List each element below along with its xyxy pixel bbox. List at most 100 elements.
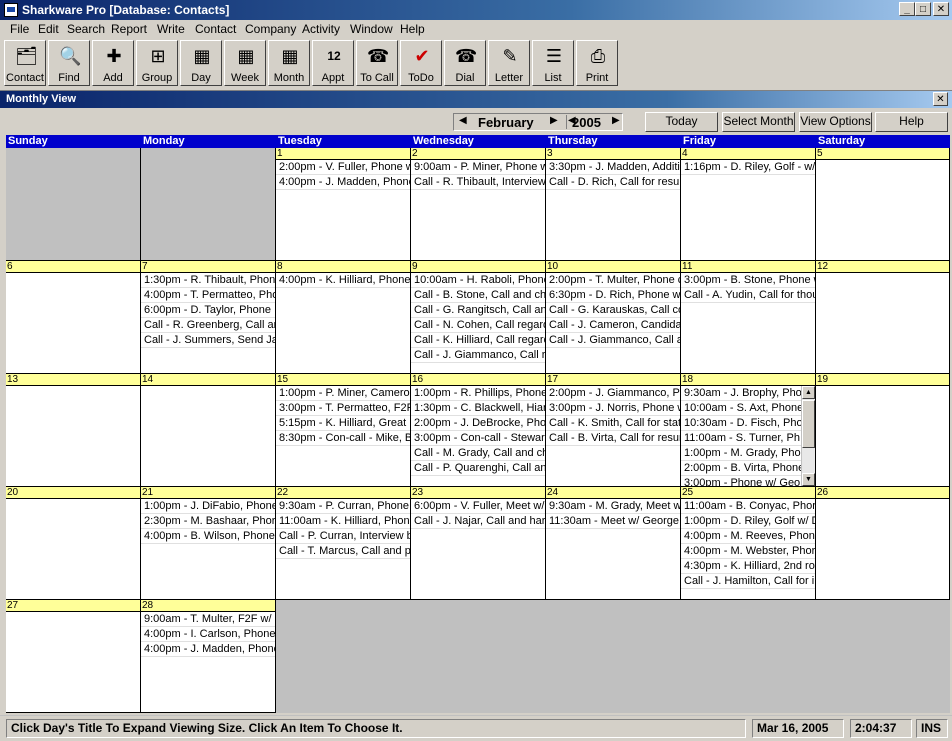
calendar-item[interactable]: 4:30pm - K. Hilliard, 2nd rou [681, 559, 815, 574]
scroll-up-arrow-icon[interactable]: ▲ [802, 386, 815, 399]
menu-window[interactable]: Window [350, 22, 393, 36]
day-number[interactable]: 1 [276, 148, 410, 160]
dial-button[interactable]: ☎ Dial [444, 40, 486, 86]
day-cell-19[interactable]: 19 [816, 374, 950, 487]
day-number[interactable]: 23 [411, 487, 545, 499]
calendar-item[interactable]: 1:00pm - P. Miner, Cameron [276, 386, 410, 401]
calendar-item[interactable]: 3:00pm - J. Norris, Phone w [546, 401, 680, 416]
day-number[interactable]: 12 [816, 261, 949, 273]
calendar-item[interactable]: Call - K. Smith, Call for statu [546, 416, 680, 431]
day-number[interactable]: 28 [141, 600, 275, 612]
day-cell-25[interactable]: 25 11:00am - B. Conyac, Phor 1:00pm - D. R… [681, 487, 816, 600]
calendar-item[interactable]: 5:15pm - K. Hilliard, Great F [276, 416, 410, 431]
calendar-item[interactable]: 3:30pm - J. Madden, Additi [546, 160, 680, 175]
calendar-item[interactable]: Call - J. Giammanco, Call an [546, 333, 680, 348]
calendar-item[interactable]: 1:30pm - R. Thibault, Phon [141, 273, 275, 288]
day-number[interactable]: 25 [681, 487, 815, 499]
window-title-bar[interactable]: Sharkware Pro [Database: Contacts] _ □ ✕ [0, 0, 952, 20]
day-number[interactable]: 20 [6, 487, 140, 499]
calendar-item[interactable]: 9:30am - M. Grady, Meet w [546, 499, 680, 514]
day-number[interactable]: 2 [411, 148, 545, 160]
day-number[interactable]: 11 [681, 261, 815, 273]
menu-file[interactable]: File [10, 22, 29, 36]
day-cell-22[interactable]: 22 9:30am - P. Curran, Phone 11:00am - K. … [276, 487, 411, 600]
day-cell-23[interactable]: 23 6:00pm - V. Fuller, Meet w/Call - J. N… [411, 487, 546, 600]
app-icon[interactable] [4, 3, 18, 17]
day-number[interactable]: 21 [141, 487, 275, 499]
calendar-item[interactable]: Call - G. Karauskas, Call cor [546, 303, 680, 318]
next-month-arrow-icon[interactable]: ▶ [550, 115, 558, 126]
minimize-button[interactable]: _ [899, 2, 915, 16]
calendar-item[interactable]: 11:00am - K. Hilliard, Phone [276, 514, 410, 529]
appt-button[interactable]: 12 Appt [312, 40, 354, 86]
day-cell-3[interactable]: 3 3:30pm - J. Madden, Additi Call - D. Ric… [546, 148, 681, 261]
day-cell-11[interactable]: 11 3:00pm - B. Stone, Phone w Call - A. Yu… [681, 261, 816, 374]
day-cell-8[interactable]: 8 4:00pm - K. Hilliard, Phone [276, 261, 411, 374]
calendar-item[interactable]: Call - J. Hamilton, Call for int [681, 574, 815, 589]
menu-contact[interactable]: Contact [195, 22, 236, 36]
calendar-item[interactable]: 1:00pm - D. Riley, Golf w/ D [681, 514, 815, 529]
calendar-item[interactable]: Call - M. Grady, Call and che [411, 446, 545, 461]
calendar-item[interactable]: 4:00pm - B. Wilson, Phone [141, 529, 275, 544]
day-cell-15[interactable]: 15 1:00pm - P. Miner, Cameron 3:00pm - T. … [276, 374, 411, 487]
calendar-item[interactable]: 9:30am - P. Curran, Phone [276, 499, 410, 514]
calendar-item[interactable]: 2:00pm - J. DeBrocke, Pho [411, 416, 545, 431]
calendar-item[interactable]: 6:30pm - D. Rich, Phone w [546, 288, 680, 303]
calendar-item[interactable]: Call - K. Hilliard, Call regardir [411, 333, 545, 348]
day-cell-16[interactable]: 16 1:00pm - R. Phillips, Phone 1:30pm - C.… [411, 374, 546, 487]
day-cell-12[interactable]: 12 [816, 261, 950, 374]
day-button[interactable]: ▦ Day [180, 40, 222, 86]
menu-activity[interactable]: Activity [302, 22, 340, 36]
next-year-arrow-icon[interactable]: ▶ [612, 115, 620, 126]
calendar-item[interactable]: Call - P. Quarenghi, Call anc [411, 461, 545, 476]
list-button[interactable]: ☰ List [532, 40, 574, 86]
day-cell-21[interactable]: 21 1:00pm - J. DiFabio, Phone 2:30pm - M. … [141, 487, 276, 600]
day-cell-10[interactable]: 10 2:00pm - T. Multer, Phone c 6:30pm - D.… [546, 261, 681, 374]
calendar-item[interactable]: 11:00am - S. Turner, Ph [681, 431, 801, 446]
menu-edit[interactable]: Edit [38, 22, 59, 36]
calendar-item[interactable]: Call - A. Yudin, Call for thoug [681, 288, 815, 303]
calendar-item[interactable]: 10:00am - H. Raboli, Phone [411, 273, 545, 288]
calendar-item[interactable]: Call - T. Marcus, Call and pil [276, 544, 410, 559]
calendar-item[interactable]: 4:00pm - K. Hilliard, Phone [276, 273, 410, 288]
calendar-item[interactable]: Call - J. Summers, Send Jan [141, 333, 275, 348]
day-cell-4[interactable]: 4 1:16pm - D. Riley, Golf - w/ [681, 148, 816, 261]
day-cell-27[interactable]: 27 [6, 600, 141, 713]
select-month-button[interactable]: Select Month [722, 112, 795, 132]
day-number[interactable]: 17 [546, 374, 680, 386]
menu-write[interactable]: Write [157, 22, 185, 36]
day-number[interactable]: 5 [816, 148, 949, 160]
day-number[interactable]: 19 [816, 374, 949, 386]
calendar-item[interactable]: 2:30pm - M. Bashaar, Phor [141, 514, 275, 529]
calendar-item[interactable]: 6:00pm - D. Taylor, Phone [141, 303, 275, 318]
day-number[interactable]: 9 [411, 261, 545, 273]
day-number[interactable]: 3 [546, 148, 680, 160]
view-options-button[interactable]: View Options [799, 112, 872, 132]
calendar-item[interactable]: 10:30am - D. Fisch, Pho [681, 416, 801, 431]
day-number[interactable]: 10 [546, 261, 680, 273]
today-button[interactable]: Today [645, 112, 718, 132]
calendar-item[interactable]: 3:00pm - T. Permatteo, F2F [276, 401, 410, 416]
calendar-item[interactable]: Call - D. Rich, Call for resum [546, 175, 680, 190]
calendar-item[interactable]: 6:00pm - V. Fuller, Meet w/ [411, 499, 545, 514]
calendar-item[interactable]: 11:00am - B. Conyac, Phor [681, 499, 815, 514]
scroll-down-arrow-icon[interactable]: ▼ [802, 473, 815, 486]
group-button[interactable]: ⊞ Group [136, 40, 178, 86]
calendar-item[interactable]: 1:00pm - M. Grady, Phor [681, 446, 801, 461]
menu-company[interactable]: Company [245, 22, 296, 36]
day-number[interactable]: 14 [141, 374, 275, 386]
calendar-item[interactable]: 2:00pm - T. Multer, Phone c [546, 273, 680, 288]
calendar-item[interactable]: 3:00pm - Phone w/ Geo [681, 476, 801, 486]
add-button[interactable]: ✚ Add [92, 40, 134, 86]
day-number[interactable]: 26 [816, 487, 949, 499]
calendar-item[interactable]: Call - R. Greenberg, Call and [141, 318, 275, 333]
calendar-item[interactable]: 4:00pm - J. Madden, Phone [276, 175, 410, 190]
calendar-item[interactable]: 1:00pm - J. DiFabio, Phone [141, 499, 275, 514]
to-call-button[interactable]: ☎ To Call [356, 40, 398, 86]
calendar-item[interactable]: 4:00pm - J. Madden, Phone [141, 642, 275, 657]
day-cell-1[interactable]: 1 2:00pm - V. Fuller, Phone w/4:00pm - J.… [276, 148, 411, 261]
calendar-item[interactable]: Call - J. Giammanco, Call rec [411, 348, 545, 363]
day-number[interactable]: 22 [276, 487, 410, 499]
monthly-view-title-bar[interactable]: Monthly View ✕ [0, 91, 952, 108]
day-cell-17[interactable]: 17 2:00pm - J. Giammanco, Ph 3:00pm - J. N… [546, 374, 681, 487]
